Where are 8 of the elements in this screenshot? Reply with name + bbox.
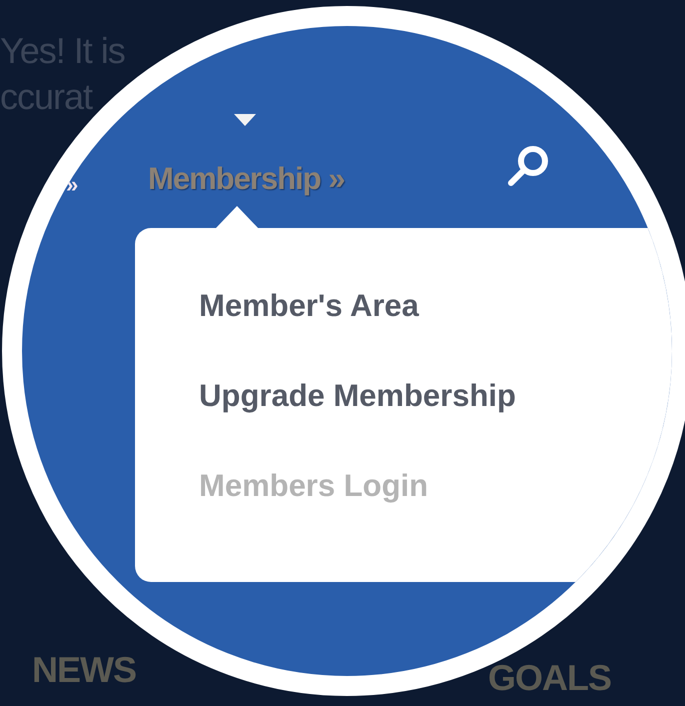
dropdown-item[interactable]: Upgrade Membership <box>199 372 516 420</box>
nav-link[interactable]: NEWS <box>32 650 136 690</box>
caret-icon <box>234 114 256 126</box>
search-icon[interactable] <box>505 144 551 188</box>
dropdown-item[interactable]: Member's Area <box>199 282 419 330</box>
separator-text: » <box>66 171 78 199</box>
nav-menu-item[interactable]: Membership » <box>148 156 344 202</box>
nav-link[interactable]: GOALS <box>488 658 612 698</box>
